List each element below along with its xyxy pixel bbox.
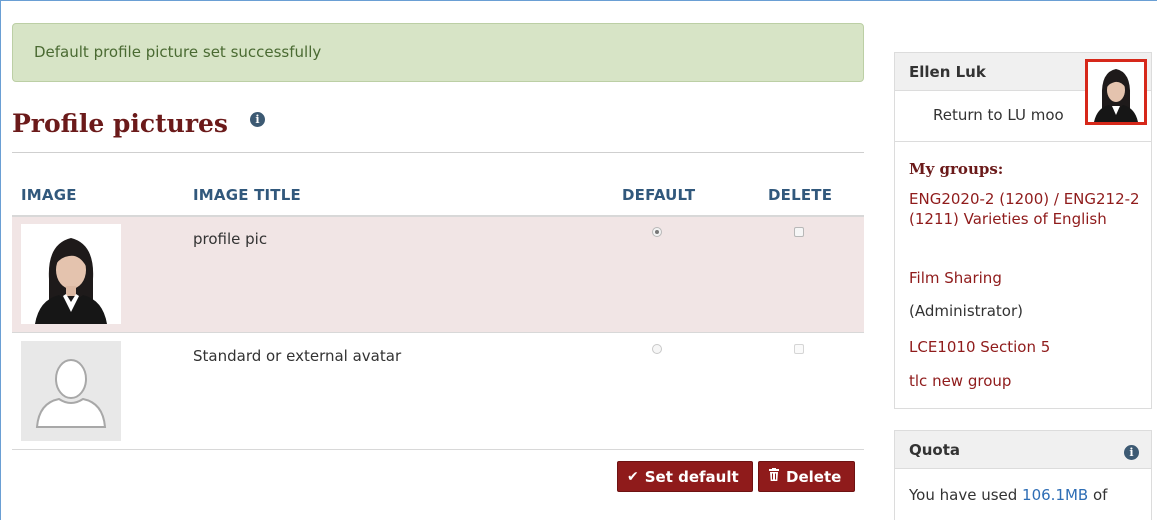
delete-label: Delete	[786, 467, 842, 486]
quota-suffix: of	[1088, 486, 1108, 504]
default-avatar-thumbnail	[21, 341, 121, 441]
window-left-border	[0, 0, 1, 520]
success-alert: Default profile picture set successfully	[12, 23, 864, 82]
quota-title: Quota	[895, 431, 1151, 469]
column-header-image-title: IMAGE TITLE	[193, 186, 301, 204]
default-radio[interactable]	[652, 227, 662, 237]
heading-divider	[12, 152, 864, 153]
delete-checkbox	[794, 344, 804, 354]
card-divider	[895, 141, 1151, 142]
check-icon: ✔	[627, 468, 639, 485]
profile-photo-thumbnail	[21, 224, 121, 324]
delete-checkbox[interactable]	[794, 227, 804, 237]
group-link[interactable]: ENG2020-2 (1200) / ENG212-2 (1211) Varie…	[909, 189, 1145, 229]
delete-button[interactable]: Delete	[758, 461, 855, 492]
group-link[interactable]: Film Sharing	[909, 268, 1145, 288]
return-link[interactable]: Return to LU moo	[933, 106, 1064, 124]
column-header-image: IMAGE	[21, 186, 77, 204]
info-circle-icon[interactable]: i	[250, 112, 265, 127]
my-groups-heading: My groups:	[909, 160, 1004, 178]
column-header-delete: DELETE	[768, 186, 833, 204]
set-default-label: Set default	[644, 467, 739, 486]
info-circle-icon[interactable]: i	[1124, 445, 1139, 460]
image-title: profile pic	[193, 230, 268, 248]
window-top-border	[0, 0, 1157, 1]
quota-amount: 106.1MB	[1022, 486, 1089, 504]
quota-prefix: You have used	[909, 486, 1023, 504]
alert-message: Default profile picture set successfully	[34, 43, 322, 61]
quota-usage-text: You have used 106.1MB of	[909, 486, 1107, 504]
image-title: Standard or external avatar	[193, 347, 402, 365]
trash-icon	[768, 468, 780, 485]
avatar-placeholder-icon	[21, 341, 121, 441]
group-link[interactable]: tlc new group	[909, 371, 1145, 391]
page-title: Profile pictures	[12, 109, 229, 138]
table-row: Standard or external avatar	[12, 334, 864, 450]
column-header-default: DEFAULT	[622, 186, 696, 204]
table-row: profile pic	[12, 217, 864, 333]
group-role: (Administrator)	[909, 302, 1023, 320]
user-avatar[interactable]	[1085, 59, 1147, 125]
group-link[interactable]: LCE1010 Section 5	[909, 337, 1145, 357]
default-radio[interactable]	[652, 344, 662, 354]
set-default-button[interactable]: ✔ Set default	[617, 461, 753, 492]
quota-card: Quota You have used 106.1MB of	[894, 430, 1152, 520]
